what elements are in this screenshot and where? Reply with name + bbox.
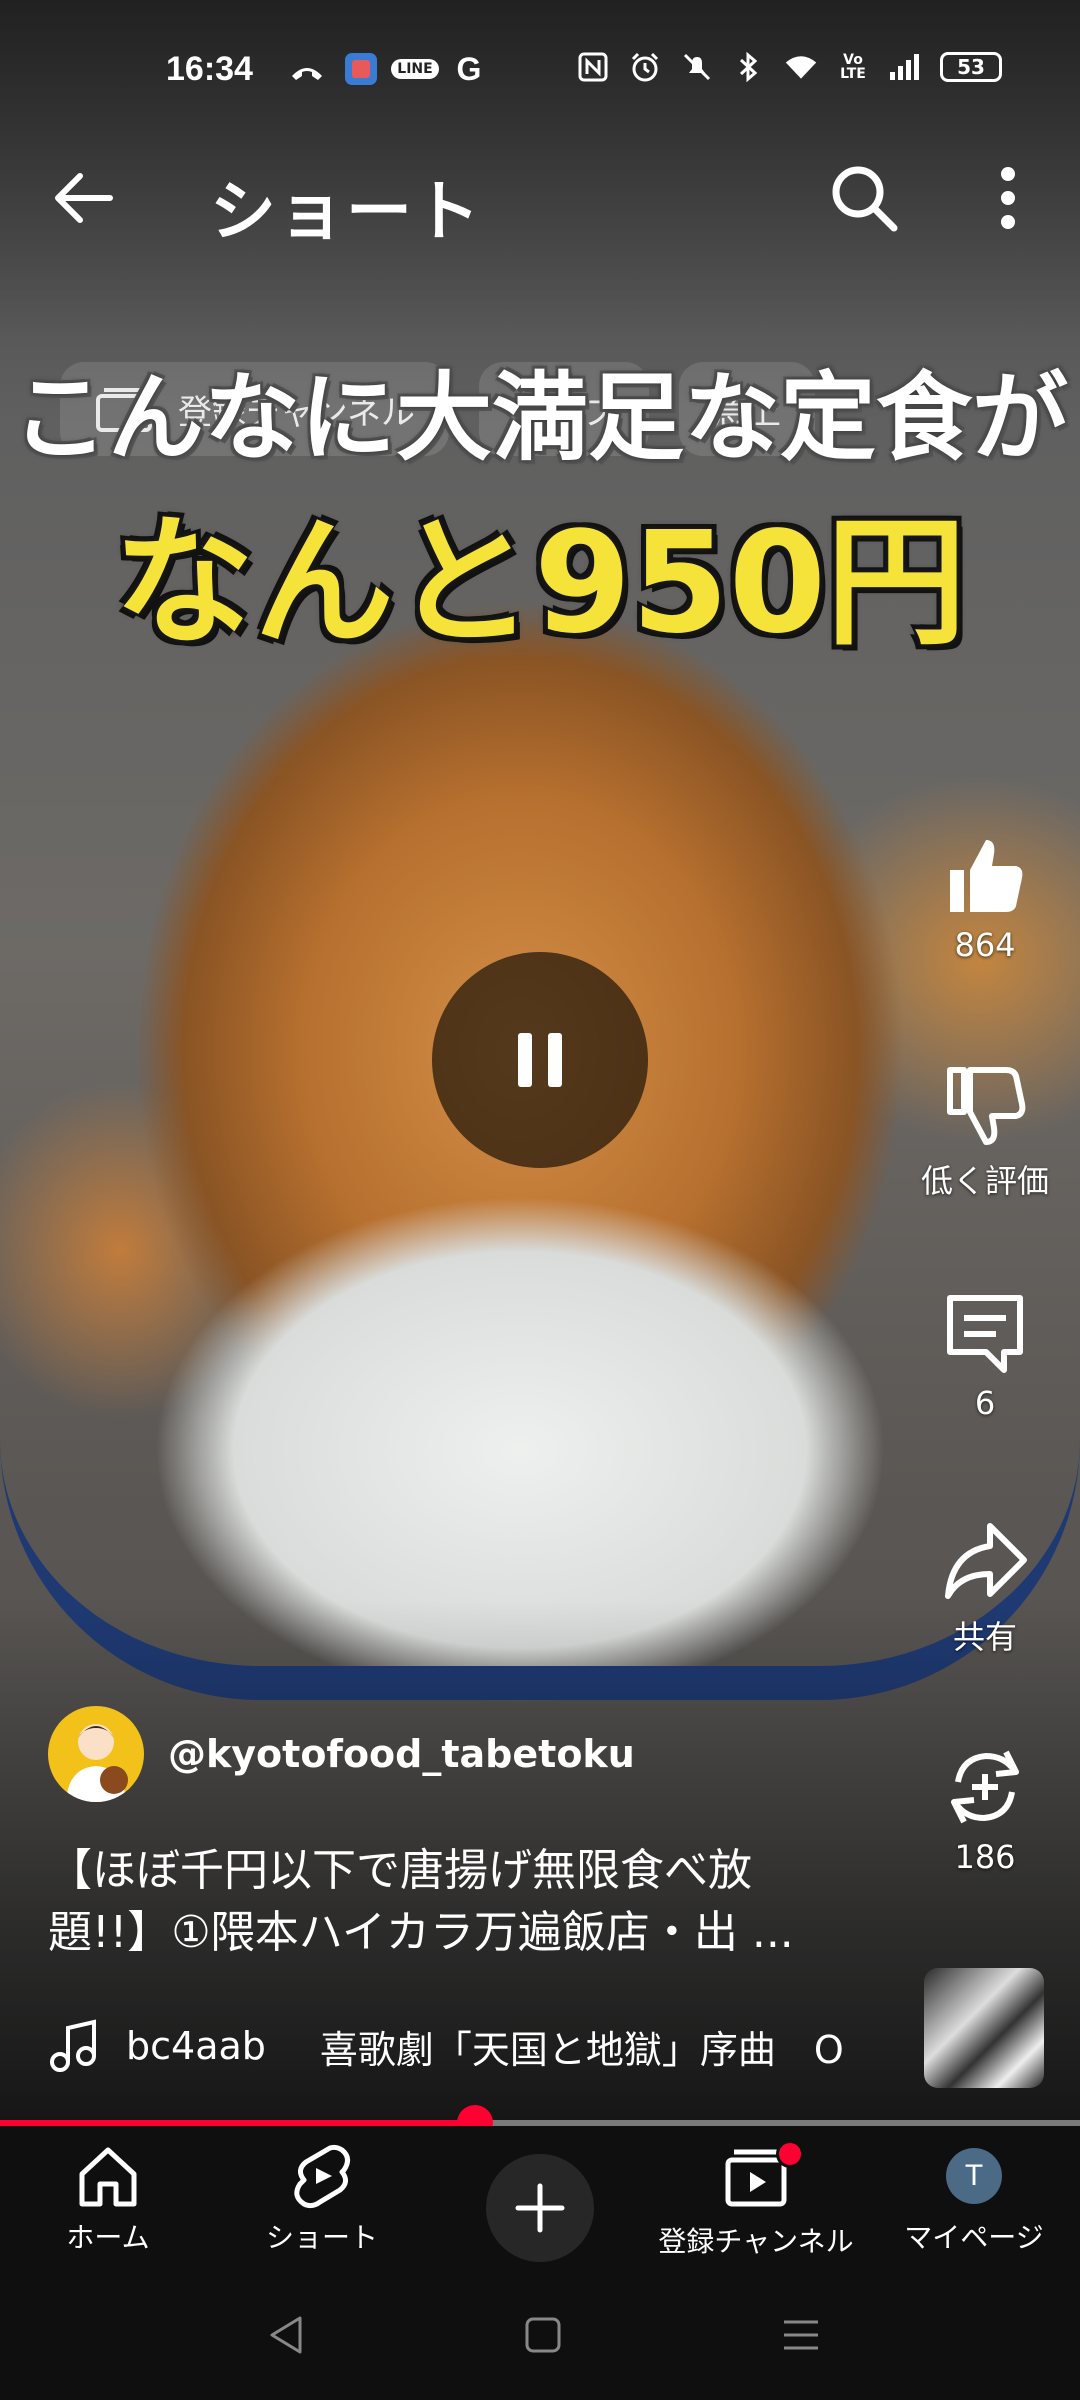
triangle-back-icon xyxy=(270,2316,302,2354)
more-options-button[interactable] xyxy=(980,160,1036,236)
missed-call-icon xyxy=(290,52,324,86)
back-button[interactable] xyxy=(48,162,120,234)
pause-button[interactable] xyxy=(432,952,648,1168)
pause-icon xyxy=(518,1033,562,1087)
volte-icon: Vo LTE xyxy=(840,52,866,82)
menu-recents-icon xyxy=(784,2320,818,2350)
page-title: ショート xyxy=(210,173,482,250)
nav-subscriptions[interactable]: 登録チャンネル xyxy=(656,2140,856,2260)
comment-icon xyxy=(947,1295,1023,1373)
wifi-icon xyxy=(784,50,818,84)
video-description[interactable]: 【ほぼ千円以下で唐揚げ無限食べ放 題!!】①隈本ハイカラ万遍飯店・出 ... xyxy=(48,1840,868,1964)
video-caption-line2: なんと950円 xyxy=(113,502,967,665)
signal-icon xyxy=(888,50,922,84)
square-home-icon xyxy=(525,2317,561,2353)
notification-dot xyxy=(776,2140,804,2168)
share-label: 共有 xyxy=(952,1618,1017,1656)
music-info[interactable]: bc4aab 喜歌劇「天国と地獄」序曲 O xyxy=(48,2018,908,2074)
mute-icon xyxy=(680,50,714,84)
search-icon xyxy=(832,166,898,232)
remix-icon xyxy=(951,1750,1019,1824)
like-count: 864 xyxy=(954,926,1016,964)
create-button[interactable] xyxy=(486,2154,594,2262)
battery-icon: 53 xyxy=(940,52,1002,82)
dislike-button[interactable]: 低く評価 xyxy=(900,1060,1070,1202)
alarm-icon xyxy=(628,50,662,84)
search-button[interactable] xyxy=(826,160,902,236)
video-caption-line1: こんなに大満足な定食が xyxy=(12,362,1068,474)
music-id: bc4aab xyxy=(126,2024,266,2068)
system-back-button[interactable] xyxy=(262,2310,312,2360)
bottom-navigation: ホーム ショート 登録チャンネル T マイページ xyxy=(0,2126,1080,2276)
user-avatar: T xyxy=(946,2148,1002,2204)
app-header: ショート xyxy=(0,140,1080,250)
nav-home[interactable]: ホーム xyxy=(8,2140,208,2256)
remix-button[interactable]: 186 xyxy=(900,1742,1070,1876)
channel-handle[interactable]: @kyotofood_tabetoku xyxy=(168,1732,635,1776)
more-vert-icon xyxy=(1001,167,1015,229)
google-icon: G xyxy=(456,50,482,87)
nav-shorts[interactable]: ショート xyxy=(222,2140,422,2256)
channel-info[interactable]: @kyotofood_tabetoku xyxy=(48,1706,635,1802)
line-icon: LINE xyxy=(391,52,439,86)
channel-avatar[interactable] xyxy=(48,1706,144,1802)
share-icon xyxy=(945,1523,1027,1599)
music-note-icon xyxy=(50,2019,96,2072)
music-title: 喜歌劇「天国と地獄」序曲 O xyxy=(319,2027,844,2072)
dislike-label: 低く評価 xyxy=(920,1162,1049,1200)
comment-count: 6 xyxy=(974,1384,996,1422)
app-notification-icon xyxy=(344,52,378,86)
bluetooth-icon xyxy=(732,50,766,84)
shorts-icon xyxy=(294,2144,350,2209)
nav-mypage[interactable]: T マイページ xyxy=(874,2140,1074,2256)
thumbs-down-icon xyxy=(947,1067,1026,1145)
music-thumbnail[interactable] xyxy=(924,1968,1044,2088)
status-bar: 16:34 LINE G Vo LTE 53 xyxy=(0,0,1080,140)
arrow-left-icon xyxy=(55,173,113,223)
system-recents-button[interactable] xyxy=(776,2310,826,2360)
plus-icon xyxy=(515,2183,565,2233)
thumbs-up-icon xyxy=(950,840,1023,912)
status-time: 16:34 xyxy=(166,50,253,88)
comment-button[interactable]: 6 xyxy=(900,1288,1070,1422)
remix-count: 186 xyxy=(954,1838,1016,1876)
system-navigation-bar xyxy=(0,2276,1080,2400)
home-icon xyxy=(79,2147,137,2207)
nfc-icon xyxy=(576,50,610,84)
system-home-button[interactable] xyxy=(518,2310,568,2360)
share-button[interactable]: 共有 xyxy=(900,1516,1070,1658)
like-button[interactable]: 864 xyxy=(900,830,1070,964)
